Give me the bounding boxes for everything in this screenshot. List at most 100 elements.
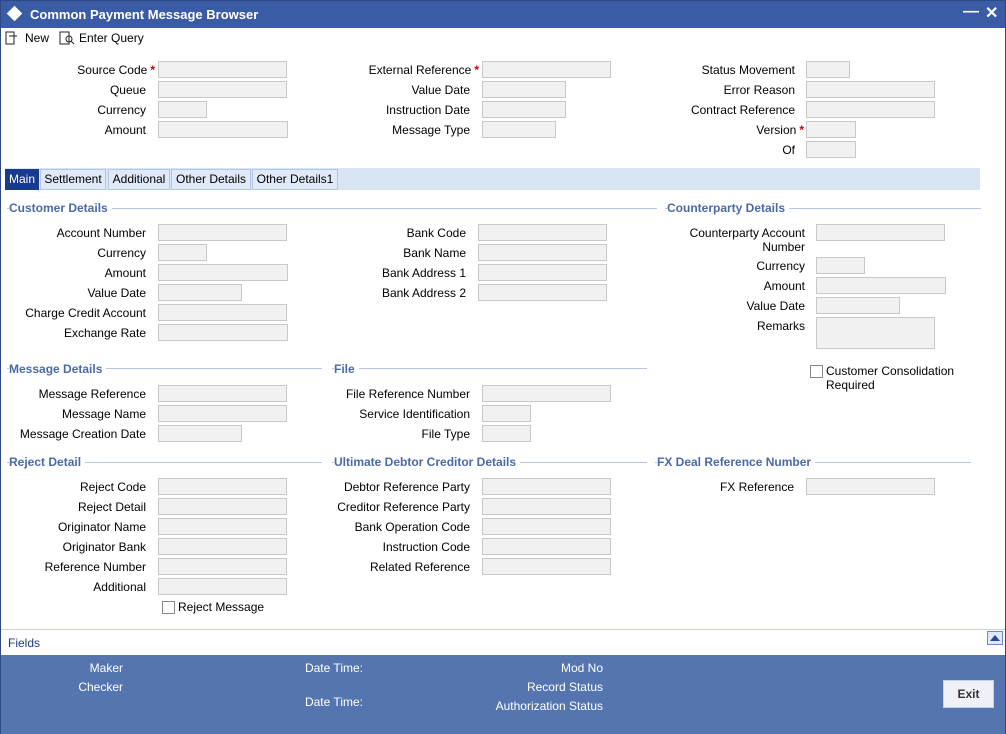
collapse-up-icon[interactable] <box>987 631 1003 645</box>
bank-operation-code-field[interactable] <box>482 518 611 535</box>
customer-consolidation-label: Customer Consolidation Required <box>826 364 955 392</box>
tab-main[interactable]: Main <box>5 169 39 190</box>
bank-name-field[interactable] <box>478 244 607 261</box>
instruction-date-label: Instruction Date <box>385 103 470 117</box>
new-document-icon <box>5 31 17 45</box>
message-details-heading: Message Details <box>9 362 107 376</box>
file-reference-number-field[interactable] <box>482 385 611 402</box>
related-reference-label: Related Reference <box>369 560 470 574</box>
amount-field[interactable] <box>158 121 288 138</box>
bank-operation-code-label: Bank Operation Code <box>354 520 470 534</box>
remarks-label: Remarks <box>756 319 805 333</box>
reject-detail-label: Reject Detail <box>77 500 146 514</box>
maker-label: Maker <box>89 661 123 675</box>
reject-message-label: Reject Message <box>178 600 265 614</box>
currency-label: Currency <box>97 103 146 117</box>
reference-number-field[interactable] <box>158 558 287 575</box>
instruction-date-field[interactable] <box>482 101 566 118</box>
status-movement-field[interactable] <box>806 61 850 78</box>
source-code-field[interactable] <box>158 61 287 78</box>
counterparty-account-number-field[interactable] <box>816 224 945 241</box>
queue-label: Queue <box>109 83 146 97</box>
of-field[interactable] <box>806 141 856 158</box>
charge-credit-account-field[interactable] <box>158 304 287 321</box>
message-creation-date-label: Message Creation Date <box>19 427 146 441</box>
tab-settlement[interactable]: Settlement <box>40 169 106 190</box>
new-label: New <box>25 31 50 45</box>
tab-additional[interactable]: Additional <box>108 169 170 190</box>
message-type-field[interactable] <box>482 121 556 138</box>
reference-number-label: Reference Number <box>44 560 146 574</box>
instruction-code-field[interactable] <box>482 538 611 555</box>
tab-other-details1[interactable]: Other Details1 <box>252 169 338 190</box>
customer-amount-field[interactable] <box>158 264 288 281</box>
bank-name-label: Bank Name <box>403 246 466 260</box>
of-label: Of <box>782 143 795 157</box>
enter-query-button[interactable]: Enter Query <box>59 29 144 47</box>
external-reference-label: External Reference * <box>368 63 479 77</box>
app-diamond-icon <box>6 5 23 22</box>
message-name-field[interactable] <box>158 405 287 422</box>
bank-address-1-field[interactable] <box>478 264 607 281</box>
audit-footer: Maker Checker Date Time: Date Time: Mod … <box>1 655 1005 734</box>
additional-field[interactable] <box>158 578 287 595</box>
debtor-reference-party-label: Debtor Reference Party <box>343 480 470 494</box>
value-date-field[interactable] <box>482 81 566 98</box>
external-reference-field[interactable] <box>482 61 611 78</box>
remarks-field[interactable] <box>816 317 935 349</box>
file-divider <box>332 368 647 369</box>
tab-other-details[interactable]: Other Details <box>171 169 251 190</box>
amount-label: Amount <box>104 123 146 137</box>
counterparty-value-date-label: Value Date <box>746 299 805 313</box>
bank-code-field[interactable] <box>478 224 607 241</box>
customer-currency-label: Currency <box>97 246 146 260</box>
fields-link[interactable]: Fields <box>8 636 40 650</box>
enter-query-label: Enter Query <box>79 31 144 45</box>
originator-bank-label: Originator Bank <box>62 540 146 554</box>
creditor-reference-party-field[interactable] <box>482 498 611 515</box>
message-reference-field[interactable] <box>158 385 287 402</box>
exit-button[interactable]: Exit <box>943 680 994 708</box>
minimize-button[interactable]: — <box>963 3 979 21</box>
reject-message-checkbox[interactable] <box>162 601 175 614</box>
checker-label: Checker <box>78 680 123 694</box>
authorization-status-label: Authorization Status <box>495 699 603 713</box>
version-field[interactable] <box>806 121 856 138</box>
message-creation-date-field[interactable] <box>158 425 242 442</box>
account-number-field[interactable] <box>158 224 287 241</box>
message-name-label: Message Name <box>61 407 146 421</box>
service-identification-label: Service Identification <box>359 407 470 421</box>
exchange-rate-field[interactable] <box>158 324 288 341</box>
reject-code-field[interactable] <box>158 478 287 495</box>
debtor-reference-party-field[interactable] <box>482 478 611 495</box>
message-type-label: Message Type <box>392 123 470 137</box>
counterparty-amount-field[interactable] <box>816 277 946 294</box>
currency-field[interactable] <box>158 101 207 118</box>
payment-browser-window: Common Payment Message Browser — ✕ New E… <box>0 0 1006 734</box>
reject-detail-field[interactable] <box>158 498 287 515</box>
queue-field[interactable] <box>158 81 287 98</box>
fx-reference-field[interactable] <box>806 478 935 495</box>
originator-name-field[interactable] <box>158 518 287 535</box>
new-button[interactable]: New <box>5 29 49 47</box>
counterparty-details-heading: Counterparty Details <box>667 201 790 215</box>
related-reference-field[interactable] <box>482 558 611 575</box>
customer-currency-field[interactable] <box>158 244 207 261</box>
message-reference-label: Message Reference <box>38 387 146 401</box>
originator-name-label: Originator Name <box>57 520 146 534</box>
file-type-field[interactable] <box>482 425 531 442</box>
customer-consolidation-checkbox[interactable] <box>810 365 823 378</box>
close-button[interactable]: ✕ <box>985 3 998 23</box>
fields-bar: Fields <box>1 629 1005 655</box>
customer-value-date-field[interactable] <box>158 284 242 301</box>
service-identification-field[interactable] <box>482 405 531 422</box>
bank-address-2-field[interactable] <box>478 284 607 301</box>
contract-reference-field[interactable] <box>806 101 935 118</box>
toolbar: New Enter Query <box>1 28 1005 48</box>
originator-bank-field[interactable] <box>158 538 287 555</box>
status-movement-label: Status Movement <box>701 63 795 77</box>
counterparty-currency-field[interactable] <box>816 257 865 274</box>
error-reason-field[interactable] <box>806 81 935 98</box>
counterparty-value-date-field[interactable] <box>816 297 900 314</box>
exchange-rate-label: Exchange Rate <box>63 326 146 340</box>
